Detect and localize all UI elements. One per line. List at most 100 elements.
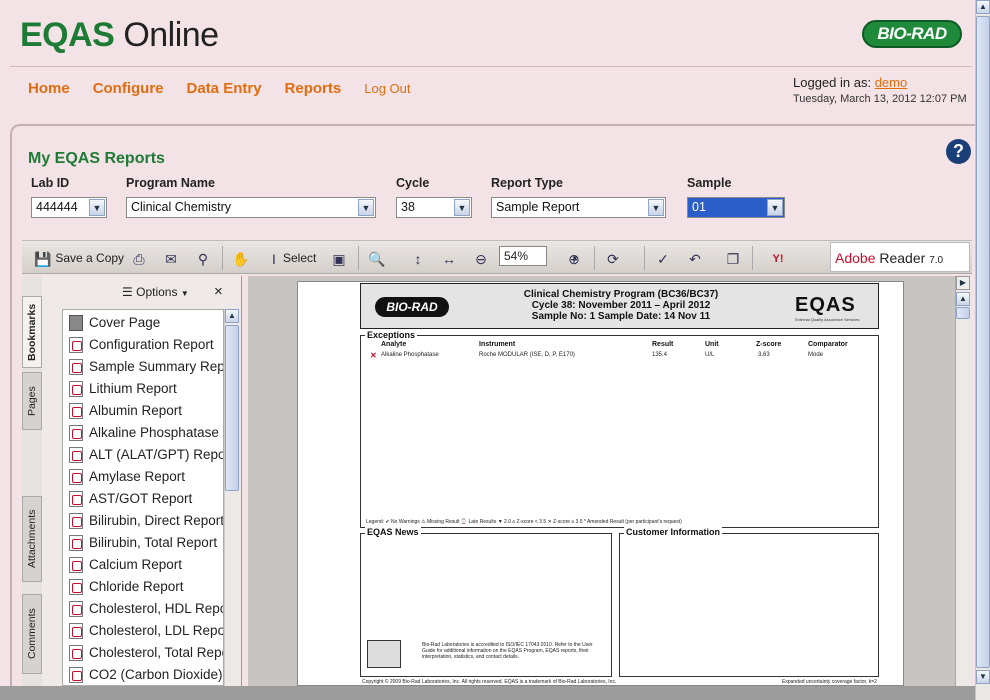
bookmarks-panel: ☰ Options ▼ × Cover Page Configuration Re… (42, 276, 242, 686)
bookmark-item[interactable]: Bilirubin, Total Report (69, 532, 217, 554)
nav-home[interactable]: Home (28, 80, 70, 97)
pdf-document-icon (69, 557, 83, 574)
zoom-input[interactable]: 54% (499, 246, 547, 266)
nav-configure[interactable]: Configure (93, 80, 164, 97)
exceptions-box (360, 335, 879, 528)
cycle-select[interactable]: 38 ▼ (396, 197, 472, 218)
nav-data-entry[interactable]: Data Entry (187, 80, 262, 97)
col-zscore: Z-score (756, 341, 782, 348)
help-icon[interactable]: ? (946, 139, 971, 164)
bookmark-item[interactable]: Chloride Report (69, 576, 184, 598)
sample-select[interactable]: 01 ▼ (687, 197, 785, 218)
fit-width-icon: ↔ (442, 250, 456, 267)
page-nav-right-icon[interactable]: ▶ (956, 276, 970, 290)
yahoo-icon: Y! (772, 252, 784, 265)
user-link[interactable]: demo (875, 75, 908, 90)
window-scrollbar[interactable]: ▲ ▼ (975, 0, 990, 700)
bookmark-item[interactable]: Bilirubin, Direct Report (69, 510, 223, 532)
toolbar-separator (752, 246, 753, 270)
bookmark-item[interactable]: CO2 (Carbon Dioxide) Report (69, 664, 223, 685)
scroll-up-icon[interactable]: ▲ (976, 0, 990, 14)
search-button[interactable]: ⚲ (194, 248, 212, 268)
report-bio-rad-logo: BIO-RAD (375, 297, 449, 317)
row-analyte: Alkaline Phosphatase (381, 352, 439, 358)
print-button[interactable]: ⎙ (130, 248, 148, 268)
document-scrollbar[interactable]: ▶ ▲ (955, 276, 971, 686)
bookmark-item[interactable]: Amylase Report (69, 466, 185, 488)
bookmark-item[interactable]: Alkaline Phosphatase Report (69, 422, 223, 444)
tab-comments[interactable]: Comments (22, 594, 42, 674)
bookmark-item[interactable]: Calcium Report (69, 554, 182, 576)
email-button[interactable]: ✉ (162, 248, 180, 268)
row-result: 135.4 (652, 352, 668, 358)
pages-button[interactable]: ❐ (724, 248, 742, 268)
bookmark-item[interactable]: Sample Summary Report (69, 356, 223, 378)
bookmark-item[interactable]: Albumin Report (69, 400, 182, 422)
scroll-thumb[interactable] (225, 325, 239, 491)
bookmark-item[interactable]: Configuration Report (69, 334, 214, 356)
close-icon[interactable]: × (214, 276, 223, 308)
scroll-up-icon[interactable]: ▲ (225, 309, 239, 323)
scroll-thumb[interactable] (956, 307, 970, 319)
save-copy-button[interactable]: 💾 Save a Copy (34, 248, 124, 268)
bookmark-label: Cover Page (89, 315, 161, 330)
scroll-down-icon[interactable]: ▼ (976, 670, 990, 684)
undo-button[interactable]: ↶ (686, 248, 704, 268)
pdf-document-icon (69, 667, 83, 684)
accreditation-logo (367, 640, 401, 668)
pdf-document-icon (69, 425, 83, 442)
eqas-online-logo: EQAS Online (20, 16, 219, 54)
bookmark-label: Cholesterol, LDL Report (89, 623, 224, 638)
program-name-select[interactable]: Clinical Chemistry ▼ (126, 197, 376, 218)
header-divider (10, 66, 972, 67)
floppy-icon: 💾 (34, 250, 52, 267)
bookmark-item[interactable]: Lithium Report (69, 378, 177, 400)
rotate-button[interactable]: ⟳ (604, 248, 622, 268)
bookmark-item[interactable]: AST/GOT Report (69, 488, 192, 510)
pdf-document-icon (69, 513, 83, 530)
toolbar-separator (222, 246, 223, 270)
col-comparator: Comparator (808, 341, 848, 348)
scroll-thumb[interactable] (976, 16, 990, 668)
fit-width-button[interactable]: ↔ (440, 248, 458, 268)
camera-icon: ▣ (332, 250, 346, 267)
tab-pages[interactable]: Pages (22, 372, 42, 430)
lab-id-select[interactable]: 444444 ▼ (31, 197, 107, 218)
options-icon: ☰ (122, 285, 133, 299)
snapshot-button[interactable]: ▣ (330, 248, 348, 268)
bookmark-item[interactable]: Cover Page (69, 312, 160, 334)
fit-page-button[interactable]: ↕ (409, 248, 427, 268)
report-header: BIO-RAD Clinical Chemistry Program (BC36… (360, 283, 879, 329)
tab-attachments[interactable]: Attachments (22, 496, 42, 582)
logged-in-info: Logged in as: demo (793, 75, 908, 90)
bookmark-label: ALT (ALAT/GPT) Report (89, 447, 224, 462)
bookmark-item[interactable]: Cholesterol, HDL Report (69, 598, 223, 620)
zoom-in-button[interactable]: ⊕ (565, 248, 583, 268)
nav-reports[interactable]: Reports (285, 80, 342, 97)
pdf-document-icon (69, 337, 83, 354)
bookmark-label: Bilirubin, Total Report (89, 535, 218, 550)
bookmark-label: CO2 (Carbon Dioxide) Report (89, 667, 223, 682)
bookmark-item[interactable]: Cholesterol, Total Report (69, 642, 223, 664)
printer-icon: ⎙ (133, 250, 145, 267)
hand-tool-button[interactable]: ✋ (232, 248, 250, 268)
options-menu[interactable]: ☰ Options ▼ (122, 276, 189, 310)
logout-link[interactable]: Log Out (364, 81, 410, 96)
toolbar-separator (594, 246, 595, 270)
bookmark-item[interactable]: Cholesterol, LDL Report (69, 620, 224, 642)
page-title: My EQAS Reports (28, 150, 165, 167)
pdf-document-icon (69, 601, 83, 618)
zoom-in-tool-button[interactable]: 🔍 (368, 248, 386, 268)
bookmark-scrollbar[interactable]: ▲ (224, 309, 240, 686)
yahoo-button[interactable]: Y! (762, 248, 794, 268)
spellcheck-button[interactable]: ✓ (654, 248, 672, 268)
tab-bookmarks[interactable]: Bookmarks (22, 296, 42, 368)
bookmark-item[interactable]: ALT (ALAT/GPT) Report (69, 444, 224, 466)
pages-icon: ❐ (726, 250, 740, 267)
zoom-out-button[interactable]: ⊖ (472, 248, 490, 268)
scroll-up-icon[interactable]: ▲ (956, 292, 970, 306)
window-bottom-edge (0, 686, 975, 700)
report-type-select[interactable]: Sample Report ▼ (491, 197, 666, 218)
spellcheck-icon: ✓ (657, 250, 669, 267)
select-tool-button[interactable]: I Select (265, 248, 316, 268)
